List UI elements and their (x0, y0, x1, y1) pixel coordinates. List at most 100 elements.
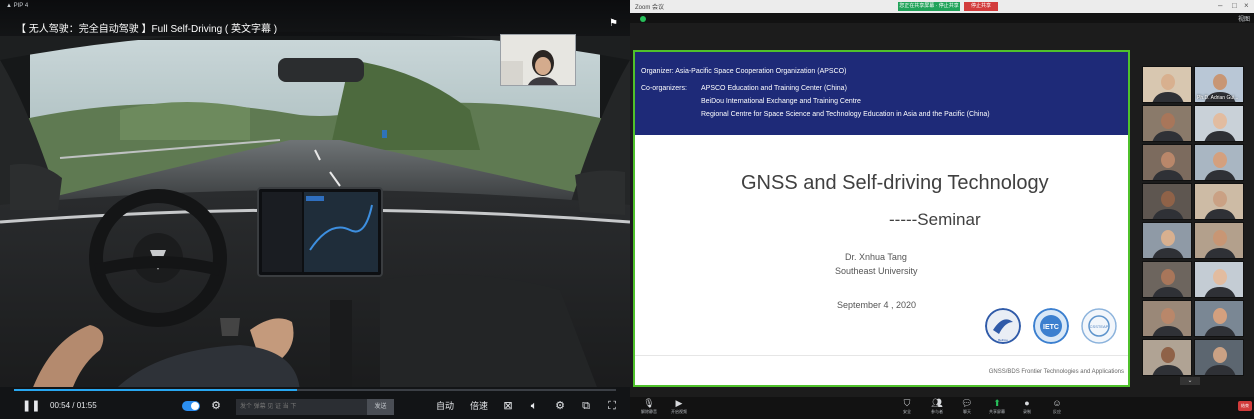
participants-label: 参与者 (931, 409, 943, 414)
participant-tile[interactable] (1142, 300, 1192, 337)
participant-video (1204, 308, 1236, 336)
chat-label: 聊天 (963, 409, 971, 414)
reactions-button[interactable]: ☺ 反应 (1042, 398, 1072, 418)
progress-fill (14, 389, 297, 391)
danmaku-toggle[interactable] (182, 401, 200, 411)
speaker-name: Dr. Xnhua Tang (845, 252, 907, 262)
speaker-affiliation: Southeast University (835, 266, 918, 276)
shield-icon: ⛉ (903, 398, 911, 408)
participant-tile[interactable] (1194, 105, 1244, 142)
record-icon: ● (1024, 398, 1030, 408)
video-player[interactable]: ▲ PIP 4 【 无人驾驶：完全自动驾驶 】Full Self-Driving… (0, 0, 630, 419)
picture-in-picture-icon[interactable]: ⧉ (578, 399, 594, 413)
reactions-icon: ☺ (1052, 398, 1062, 408)
maximize-icon[interactable]: □ (1232, 1, 1237, 10)
participant-tile[interactable] (1194, 261, 1244, 298)
coorganizer-2: BeiDou International Exchange and Traini… (701, 98, 861, 105)
speed-button[interactable]: 倍速 (470, 399, 488, 413)
slide-date: September 4 , 2020 (837, 300, 917, 310)
camera-icon: ▶ (675, 398, 683, 408)
svg-text:CSSTEAP: CSSTEAP (1090, 324, 1109, 329)
participant-gallery: Ph.D. Adrian Gui... (1142, 66, 1246, 386)
participant-tile[interactable] (1142, 144, 1192, 181)
time-display: 00:54 / 01:55 (50, 401, 97, 410)
share-screen-button[interactable]: ⬆ 共享屏幕 (982, 398, 1012, 418)
participant-tile[interactable] (1142, 66, 1192, 103)
participant-tile[interactable] (1142, 339, 1192, 376)
webcam-person-image (501, 35, 575, 85)
participant-tile[interactable] (1194, 300, 1244, 337)
fullscreen-icon[interactable]: ⛶ (604, 399, 620, 413)
pause-icon[interactable]: ❚❚ (22, 399, 40, 413)
participant-tile[interactable] (1194, 339, 1244, 376)
video-label: 开启视频 (671, 409, 687, 414)
participant-tile[interactable] (1142, 261, 1192, 298)
video-button[interactable]: ▶ 开启视频 (664, 398, 694, 418)
svg-text:BeiDou: BeiDou (998, 338, 1008, 342)
shared-slide: Organizer: Asia-Pacific Space Cooperatio… (633, 50, 1130, 387)
participant-video (1204, 230, 1236, 258)
coorganizers-label: Co-organizers: (641, 85, 687, 92)
video-title: 【 无人驾驶：完全自动驾驶 】Full Self-Driving ( 英文字幕 … (16, 24, 278, 35)
organizer-line: Organizer: Asia-Pacific Space Cooperatio… (641, 68, 847, 75)
webcam-pip[interactable] (500, 34, 576, 86)
participant-tile[interactable] (1142, 222, 1192, 259)
participant-video (1204, 113, 1236, 141)
participant-name: Ph.D. Adrian Gui... (1197, 95, 1239, 101)
gallery-scroll-down-icon[interactable]: ⌄ (1180, 377, 1200, 385)
settings-icon[interactable]: ⚙ (552, 399, 568, 413)
meeting-window: Zoom 会议 您正在共享屏幕 · 停止共享 停止共享 – □ × 视图 Org… (630, 0, 1254, 419)
participant-video (1204, 191, 1236, 219)
participant-video (1152, 113, 1184, 141)
participant-tile[interactable] (1194, 144, 1244, 181)
csssteap-logo: CSSTEAP (1081, 308, 1117, 344)
record-label: 录制 (1023, 409, 1031, 414)
danmaku-input[interactable] (236, 399, 367, 415)
participant-tile[interactable] (1194, 183, 1244, 220)
sharing-status-pill: 您正在共享屏幕 · 停止共享 (898, 2, 960, 11)
reactions-label: 反应 (1053, 409, 1061, 414)
quality-button[interactable]: 自动 (436, 399, 454, 413)
participant-video (1152, 347, 1184, 375)
meeting-titlebar: Zoom 会议 您正在共享屏幕 · 停止共享 停止共享 – □ × (630, 0, 1254, 13)
participant-tile[interactable] (1194, 222, 1244, 259)
danmaku-off-icon[interactable]: ⊠ (500, 399, 516, 413)
microphone-icon: 🎙︎ (643, 398, 655, 408)
coorganizer-3: Regional Centre for Space Science and Te… (701, 111, 990, 118)
participant-tile[interactable] (1142, 183, 1192, 220)
stop-share-button[interactable]: 停止共享 (964, 2, 998, 11)
slide-title: GNSS and Self-driving Technology (741, 172, 1049, 194)
danmaku-settings-icon[interactable]: ⚙ (208, 399, 224, 413)
chat-icon: 💬︎ (961, 398, 973, 408)
record-button[interactable]: ● 录制 (1012, 398, 1042, 418)
video-frame[interactable]: ▲ PIP 4 【 无人驾驶：完全自动驾驶 】Full Self-Driving… (0, 0, 630, 395)
mute-label: 解除静音 (641, 409, 657, 414)
report-flag-icon[interactable]: ⚑ (607, 18, 620, 30)
view-button[interactable]: 视图 (1238, 14, 1250, 23)
slide-footer: GNSS/BDS Frontier Technologies and Appli… (635, 355, 1128, 385)
security-button[interactable]: ⛉ 安全 (892, 398, 922, 418)
mute-button[interactable]: 🎙︎ 解除静音 (634, 398, 664, 418)
coorganizer-1: APSCO Education and Training Center (Chi… (701, 85, 847, 92)
participants-button[interactable]: 👥︎ 参与者 (922, 398, 952, 418)
close-icon[interactable]: × (1244, 1, 1249, 10)
chat-button[interactable]: 💬︎ 聊天 (952, 398, 982, 418)
slide-subtitle: -----Seminar (889, 210, 981, 229)
end-meeting-button[interactable]: 结束 (1238, 401, 1252, 411)
participant-video (1204, 347, 1236, 375)
participants-icon: 👥︎ (931, 398, 943, 408)
danmaku-send-button[interactable]: 发送 (367, 399, 394, 415)
participant-video (1152, 269, 1184, 297)
volume-icon[interactable]: 🔈︎ (526, 399, 542, 413)
progress-bar[interactable] (14, 389, 616, 391)
slide-header: Organizer: Asia-Pacific Space Cooperatio… (635, 52, 1128, 135)
encryption-shield-icon[interactable] (640, 16, 646, 22)
share-screen-label: 共享屏幕 (989, 409, 1005, 414)
participant-tile[interactable] (1142, 105, 1192, 142)
svg-text:IETC: IETC (1043, 324, 1059, 331)
beidou-logo: BeiDou (985, 308, 1021, 344)
participant-video (1152, 191, 1184, 219)
security-label: 安全 (903, 409, 911, 414)
minimize-icon[interactable]: – (1218, 1, 1222, 10)
participant-tile[interactable]: Ph.D. Adrian Gui... (1194, 66, 1244, 103)
